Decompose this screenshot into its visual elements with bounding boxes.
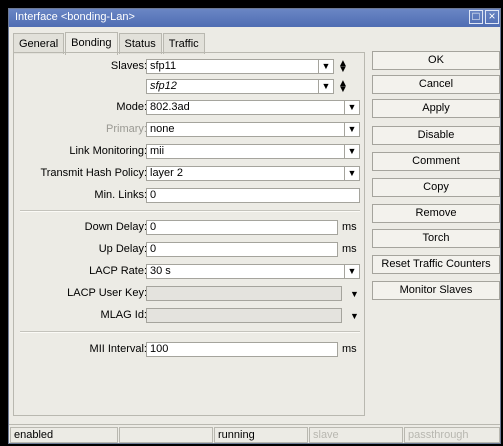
lacp-user-key-input[interactable] <box>146 286 342 301</box>
primary-select[interactable]: none ▼ <box>146 122 360 137</box>
status-enabled: enabled <box>10 427 118 443</box>
apply-button[interactable]: Apply <box>372 99 500 118</box>
mii-interval-label: MII Interval: <box>89 343 147 355</box>
disable-button[interactable]: Disable <box>372 126 500 145</box>
slaves-label: Slaves: <box>110 60 147 72</box>
tab-status[interactable]: Status <box>118 33 162 54</box>
lacp-user-key-label: LACP User Key: <box>67 287 147 299</box>
link-monitoring-select[interactable]: mii ▼ <box>146 144 360 159</box>
dropdown-arrow-icon[interactable]: ▼ <box>344 145 359 158</box>
ok-button[interactable]: OK <box>372 51 500 70</box>
monitor-slaves-button[interactable]: Monitor Slaves <box>372 281 500 300</box>
down-delay-value: 0 <box>150 221 157 233</box>
lacp-rate-label: LACP Rate: <box>89 265 147 277</box>
interface-dialog: Interface <bonding-Lan> □ × General Bond… <box>8 8 501 444</box>
slave-select-1[interactable]: sfp11 ▼ <box>146 59 334 74</box>
dropdown-arrow-icon[interactable]: ▼ <box>350 311 359 321</box>
slave-select-2[interactable]: sfp12 ▼ <box>146 79 334 94</box>
separator <box>20 331 360 333</box>
slave-value-2: sfp12 <box>150 80 177 92</box>
slave-value-1: sfp11 <box>150 60 177 72</box>
dropdown-arrow-icon[interactable]: ▼ <box>344 123 359 136</box>
tab-bar: General Bonding Status Traffic <box>13 32 206 55</box>
updown-arrow-icon[interactable]: ▲ ▼ <box>338 59 348 75</box>
maximize-icon[interactable]: □ <box>469 10 483 24</box>
mlag-id-input[interactable] <box>146 308 342 323</box>
mode-label: Mode: <box>116 101 147 113</box>
status-bar: enabled running slave passthrough <box>9 424 500 443</box>
hash-policy-value: layer 2 <box>150 167 184 179</box>
hash-policy-select[interactable]: layer 2 ▼ <box>146 166 360 181</box>
down-delay-label: Down Delay: <box>84 221 147 233</box>
hash-policy-label: Transmit Hash Policy: <box>40 167 147 179</box>
title-bar[interactable]: Interface <bonding-Lan> □ × <box>9 9 500 27</box>
close-icon[interactable]: × <box>485 10 499 24</box>
up-delay-input[interactable]: 0 <box>146 242 338 257</box>
separator <box>20 210 360 212</box>
dropdown-arrow-icon[interactable]: ▼ <box>344 101 359 114</box>
status-empty <box>119 427 213 443</box>
dropdown-arrow-icon[interactable]: ▼ <box>318 80 333 93</box>
down-delay-input[interactable]: 0 <box>146 220 338 235</box>
lacp-rate-select[interactable]: 30 s ▼ <box>146 264 360 279</box>
dropdown-arrow-icon[interactable]: ▼ <box>344 167 359 180</box>
min-links-input[interactable]: 0 <box>146 188 360 203</box>
window-title: Interface <bonding-Lan> <box>15 11 135 23</box>
mii-interval-input[interactable]: 100 <box>146 342 338 357</box>
comment-button[interactable]: Comment <box>372 152 500 171</box>
status-slave: slave <box>309 427 403 443</box>
bonding-panel: Slaves: sfp11 ▼ ▲ ▼ sfp12 ▼ ▲ ▼ Mode: 802.… <box>13 52 365 416</box>
copy-button[interactable]: Copy <box>372 178 500 197</box>
dropdown-arrow-icon[interactable]: ▼ <box>344 265 359 278</box>
cancel-button[interactable]: Cancel <box>372 75 500 94</box>
mode-select[interactable]: 802.3ad ▼ <box>146 100 360 115</box>
primary-value: none <box>150 123 175 135</box>
tab-general[interactable]: General <box>13 33 65 54</box>
reset-traffic-counters-button[interactable]: Reset Traffic Counters <box>372 255 500 274</box>
up-delay-unit: ms <box>342 243 357 255</box>
min-links-label: Min. Links: <box>94 189 147 201</box>
remove-button[interactable]: Remove <box>372 204 500 223</box>
up-delay-value: 0 <box>150 243 157 255</box>
dropdown-arrow-icon[interactable]: ▼ <box>318 60 333 73</box>
mlag-id-label: MLAG Id: <box>100 309 147 321</box>
mode-value: 802.3ad <box>150 101 190 113</box>
link-monitoring-label: Link Monitoring: <box>69 145 147 157</box>
mii-interval-value: 100 <box>150 343 169 355</box>
link-monitoring-value: mii <box>150 145 165 157</box>
min-links-value: 0 <box>150 189 157 201</box>
mii-interval-unit: ms <box>342 343 357 355</box>
dropdown-arrow-icon[interactable]: ▼ <box>350 289 359 299</box>
status-running: running <box>214 427 308 443</box>
tab-traffic[interactable]: Traffic <box>162 33 205 54</box>
lacp-rate-value: 30 s <box>150 265 171 277</box>
status-passthrough: passthrough <box>404 427 500 443</box>
up-delay-label: Up Delay: <box>98 243 147 255</box>
down-delay-unit: ms <box>342 221 357 233</box>
primary-label: Primary: <box>106 123 147 135</box>
torch-button[interactable]: Torch <box>372 229 500 248</box>
updown-arrow-icon[interactable]: ▲ ▼ <box>338 79 348 95</box>
